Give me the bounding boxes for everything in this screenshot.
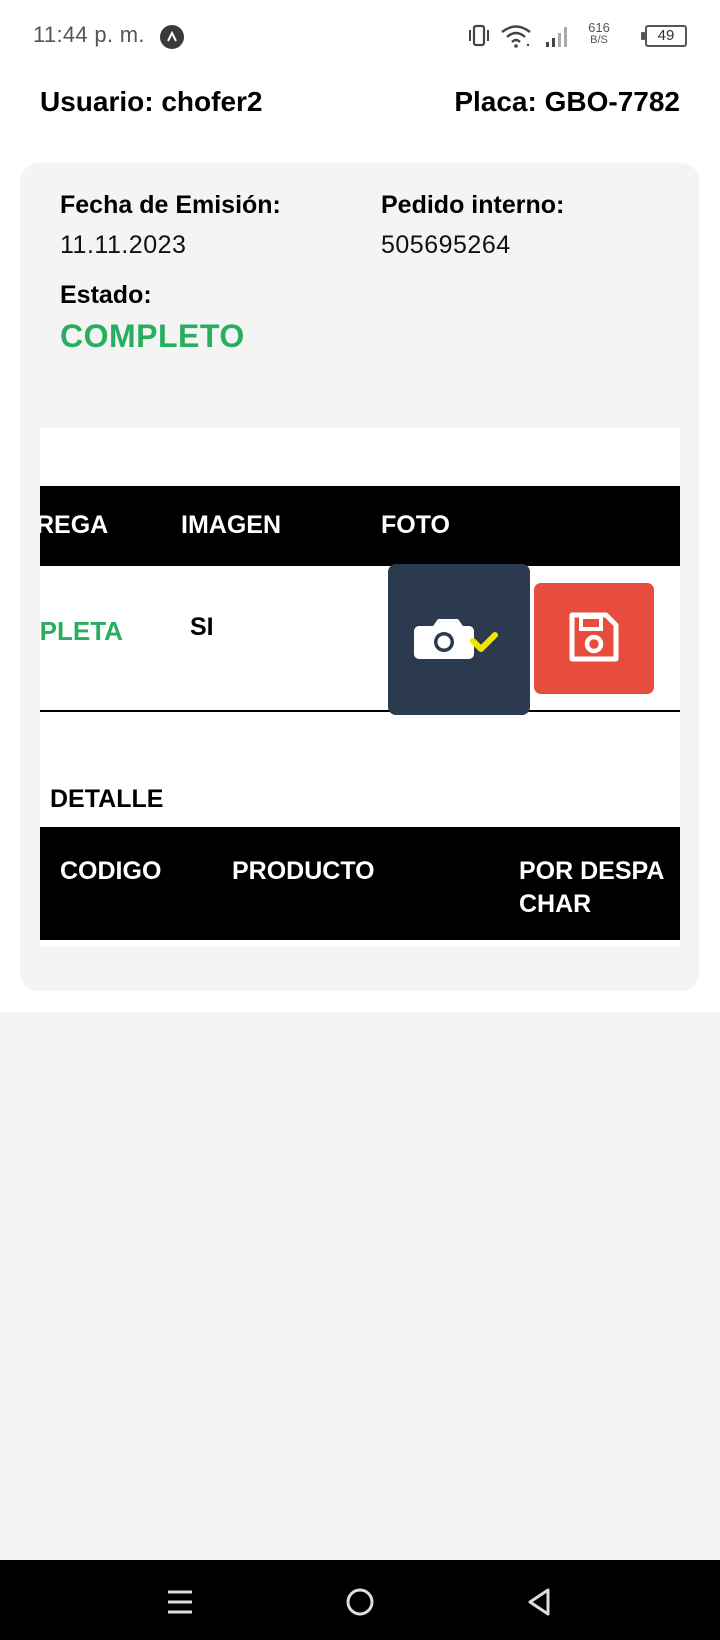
internal-order-value: 505695264 [381, 231, 511, 259]
home-icon[interactable] [340, 1582, 380, 1622]
column-header-por-despachar-line1: POR DESPA [519, 857, 665, 885]
take-photo-button[interactable] [388, 564, 530, 715]
user-label: Usuario: chofer2 [40, 86, 263, 117]
app-notification-icon [160, 25, 184, 49]
camera-check-icon [411, 619, 507, 671]
status-label: Estado: [60, 281, 152, 309]
vibrate-icon [466, 24, 492, 53]
status-icons: 616 B/S 49 [447, 20, 687, 53]
wifi-icon [500, 24, 532, 53]
navigation-bar [0, 1560, 720, 1640]
cell-imagen: SI [190, 613, 214, 641]
column-header-imagen: IMAGEN [181, 511, 281, 539]
save-button[interactable] [534, 583, 654, 694]
detail-section-title: DETALLE [50, 785, 164, 813]
back-icon[interactable] [520, 1582, 560, 1622]
column-header-por-despachar-line2: CHAR [519, 890, 592, 918]
column-header-por-despachar: POR DESPA CHAR [519, 855, 664, 921]
signal-icon [545, 26, 571, 53]
order-card: Fecha de Emisión: 11.11.2023 Pedido inte… [20, 163, 699, 991]
delivery-table-header: REGA IMAGEN FOTO [40, 486, 680, 566]
network-speed: 616 B/S [577, 20, 621, 46]
emission-date-value: 11.11.2023 [60, 231, 187, 259]
column-header-entrega: REGA [40, 511, 109, 539]
emission-date-label: Fecha de Emisión: [60, 191, 281, 219]
battery-level: 49 [657, 27, 675, 44]
column-header-codigo: CODIGO [60, 857, 162, 885]
battery-icon: 49 [641, 25, 687, 47]
network-speed-value: 616 [588, 20, 610, 35]
status-bar: 11:44 p. m. 616 B/S 49 [0, 0, 720, 72]
app-header: Usuario: chofer2 Placa: GBO-7782 [0, 72, 720, 152]
internal-order-label: Pedido interno: [381, 191, 565, 219]
column-header-producto: PRODUCTO [232, 857, 375, 885]
plate-label: Placa: GBO-7782 [454, 86, 680, 117]
status-time: 11:44 p. m. [33, 22, 145, 47]
menu-icon[interactable] [160, 1582, 200, 1622]
status-value: COMPLETO [60, 318, 245, 354]
cell-entrega: MPLETA [40, 616, 123, 646]
floppy-disk-icon [566, 612, 622, 668]
column-header-foto: FOTO [381, 511, 450, 539]
detail-table-header: CODIGO PRODUCTO POR DESPA CHAR [40, 827, 680, 940]
network-speed-unit: B/S [590, 34, 608, 46]
